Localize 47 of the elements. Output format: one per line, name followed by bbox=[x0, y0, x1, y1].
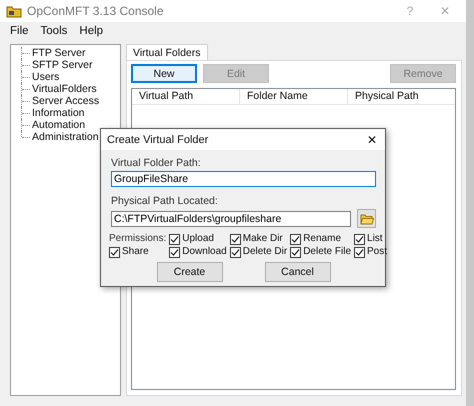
column-header[interactable]: Virtual Path bbox=[132, 89, 240, 104]
checkbox[interactable] bbox=[290, 234, 302, 244]
menu-item[interactable]: Tools bbox=[36, 24, 72, 38]
tree-item[interactable]: Users bbox=[31, 71, 60, 83]
checkbox-label: Upload bbox=[182, 233, 214, 245]
checkbox-label: Make Dir bbox=[242, 233, 283, 245]
checkbox-label: Rename bbox=[303, 233, 342, 245]
folder-icon bbox=[6, 4, 22, 18]
field-label: Physical Path Located: bbox=[111, 195, 219, 207]
checkbox[interactable] bbox=[290, 246, 302, 258]
column-header[interactable]: Folder Name bbox=[240, 89, 348, 104]
window-title: OpConMFT 3.13 Console bbox=[27, 4, 164, 18]
tree-item[interactable]: FTP Server bbox=[31, 47, 86, 59]
menu-item[interactable]: Help bbox=[75, 24, 108, 38]
toolbar-button[interactable]: New bbox=[131, 64, 197, 83]
checkbox[interactable] bbox=[109, 246, 120, 258]
menu-item[interactable]: File bbox=[6, 24, 33, 38]
tree-item[interactable]: VirtualFolders bbox=[31, 83, 98, 95]
checkbox[interactable] bbox=[354, 246, 366, 258]
checkbox[interactable] bbox=[230, 246, 241, 258]
tree-item[interactable]: Information bbox=[31, 107, 86, 119]
checkbox[interactable] bbox=[354, 234, 366, 244]
tree-item[interactable]: SFTP Server bbox=[31, 59, 94, 71]
checkbox[interactable] bbox=[169, 246, 180, 258]
dialog-title: Create Virtual Folder bbox=[107, 134, 208, 146]
dialog-button[interactable]: Create bbox=[156, 262, 222, 282]
checkbox[interactable] bbox=[230, 234, 241, 244]
input-field[interactable]: GroupFileShare bbox=[111, 171, 376, 187]
input-field[interactable]: C:\FTPVirtualFolders\groupfileshare bbox=[111, 210, 351, 226]
tree-item[interactable]: Server Access bbox=[31, 95, 100, 107]
permissions-label: Permissions: bbox=[109, 233, 166, 245]
check-icon bbox=[110, 248, 119, 256]
checkbox-label: List bbox=[367, 233, 383, 245]
checkbox-label: Delete File bbox=[303, 246, 352, 258]
checkbox-label: Delete Dir bbox=[242, 246, 288, 258]
field-label: Virtual Folder Path: bbox=[111, 157, 202, 169]
close-button[interactable]: ✕ bbox=[365, 132, 379, 146]
column-header[interactable]: Physical Path bbox=[348, 89, 455, 104]
tree-item[interactable]: Automation bbox=[31, 119, 86, 131]
tree-item[interactable]: Administration bbox=[31, 131, 100, 143]
folder-icon bbox=[360, 212, 374, 224]
checkbox[interactable] bbox=[169, 234, 180, 244]
tab[interactable]: Virtual Folders bbox=[126, 44, 208, 60]
checkbox-label: Share bbox=[122, 246, 149, 258]
dialog-button[interactable]: Cancel bbox=[264, 262, 330, 282]
browse-button[interactable] bbox=[357, 209, 376, 228]
checkbox-label: Download bbox=[182, 246, 227, 258]
